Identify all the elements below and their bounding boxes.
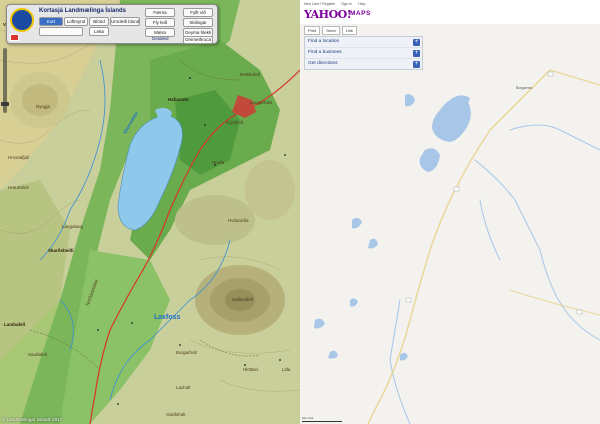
register-link[interactable]: New User? Register — [304, 2, 335, 6]
fly-button[interactable]: Fly leið — [145, 18, 175, 27]
topo-map-panel[interactable]: Vikrafell Dyngja Hrossafjall Hraunsbót S… — [0, 0, 300, 424]
place-label: Hlöltsel — [243, 367, 258, 372]
skilingar-button[interactable]: Skilingar — [183, 18, 213, 27]
place-label: Hallasafell — [232, 297, 253, 302]
place-label: Sauðafell — [28, 352, 47, 357]
find-location-label: Find a location — [308, 39, 340, 44]
search-button[interactable]: Leita — [89, 27, 109, 36]
map-type-blond-button[interactable]: Blönd — [89, 17, 109, 26]
place-label: Langalaug — [62, 224, 84, 229]
place-label: Hrossafjall — [8, 155, 30, 160]
get-directions-row[interactable]: Get directions + — [305, 59, 422, 69]
place-label: Laxholt — [176, 385, 191, 390]
place-label: Hraunsbót — [8, 185, 29, 190]
send-button[interactable]: Send — [322, 26, 340, 35]
search-panel: Find a location + Find a business + Get … — [304, 36, 423, 70]
place-label: Laugarhals — [250, 100, 273, 105]
place-label: Grjótholt — [226, 120, 244, 125]
get-directions-label: Get directions — [308, 61, 338, 66]
maps-product-label: MAPS — [350, 10, 371, 17]
place-label: Hvítarsíða — [228, 218, 249, 223]
print-button[interactable]: Print — [304, 26, 321, 35]
yahoo-map-panel[interactable]: New User? Register Sign In Help YAHOO! M… — [300, 0, 600, 424]
place-label: Garðsholt — [166, 412, 186, 417]
yahoo-logo[interactable]: YAHOO! — [304, 8, 352, 21]
find-business-row[interactable]: Find a business + — [305, 48, 422, 59]
place-label: Brekkufell — [240, 72, 260, 77]
header-links: New User? Register Sign In Help — [304, 2, 370, 6]
place-label: Litla — [282, 367, 291, 372]
landmaelingar-logo-icon — [10, 8, 34, 32]
map-title: Kortasjá Landmælinga Íslands — [39, 8, 127, 14]
town-label: Borgarnes — [516, 86, 533, 90]
place-label: Laxfoss — [154, 314, 181, 321]
link-button[interactable]: Link — [341, 26, 357, 35]
help-link[interactable]: Help — [358, 2, 365, 6]
map-type-umraedi-button[interactable]: Umræði blond — [110, 17, 140, 26]
farna-button[interactable]: Færna — [145, 8, 175, 17]
expand-plus-icon[interactable]: + — [413, 38, 420, 46]
place-label: Hreða — [212, 160, 225, 165]
place-label: Borgarholt — [176, 350, 197, 355]
zoom-slider-handle[interactable] — [1, 102, 9, 106]
find-business-label: Find a business — [308, 50, 342, 55]
place-label: Skarðsheiði — [48, 248, 74, 253]
language-flag-icon[interactable] — [10, 34, 19, 41]
yahoo-header: New User? Register Sign In Help YAHOO! M… — [300, 0, 600, 24]
scale-bar — [302, 420, 342, 422]
place-label: Hafravatn — [168, 97, 189, 102]
place-label: Dyngja — [36, 104, 51, 109]
ommethruca-button[interactable]: Ommethruca — [183, 36, 213, 44]
sign-in-link[interactable]: Sign In — [341, 2, 352, 6]
fylltvid-button[interactable]: Fyllt víð — [183, 8, 213, 17]
find-location-row[interactable]: Find a location + — [305, 37, 422, 48]
expand-plus-icon[interactable]: + — [413, 60, 420, 68]
map-control-panel: Kortasjá Landmælinga Íslands Kort Loftmy… — [6, 4, 218, 44]
scale-label: 1km 1mi — [302, 416, 314, 420]
map-toolbar: Print Send Link — [304, 26, 357, 35]
copyright-text: © Landmælingar Íslands 2017 — [2, 417, 63, 422]
detail-checkbox-label[interactable]: Detailed — [152, 36, 169, 41]
expand-plus-icon[interactable]: + — [413, 49, 420, 57]
topo-map-canvas[interactable] — [0, 0, 300, 424]
map-type-kort-button[interactable]: Kort — [39, 17, 63, 26]
map-type-loftmynd-button[interactable]: Loftmynd — [64, 17, 88, 26]
place-label: Lambafell — [4, 322, 26, 327]
search-input[interactable] — [39, 27, 83, 36]
